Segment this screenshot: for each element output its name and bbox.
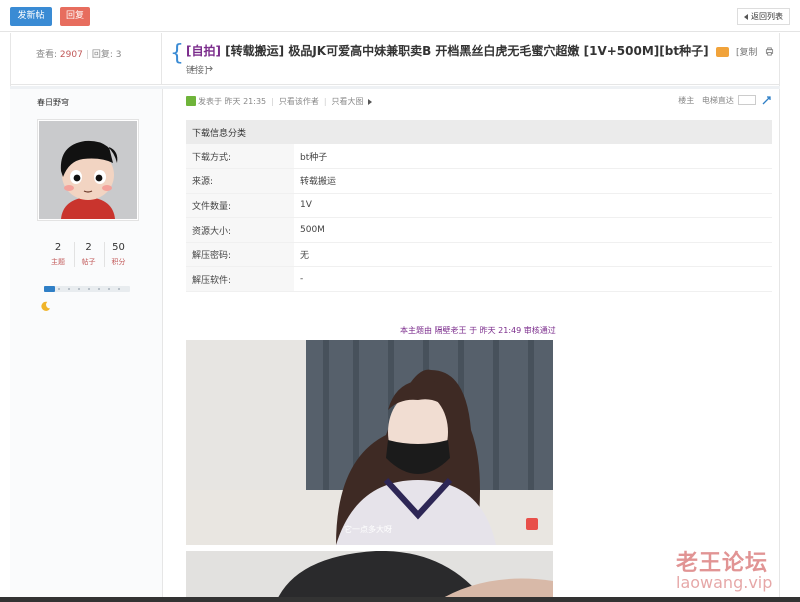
forum-thread-page: 发新帖 回复 返回列表 查看: 2907 | 回复: 3 { [自拍] [转载搬运]…: [0, 0, 800, 602]
row-value: 转载搬运: [294, 168, 772, 194]
stat-threads-value: 2: [54, 242, 62, 253]
level-progress-bar: [44, 286, 130, 292]
source-tag: [转载搬运]: [225, 44, 285, 58]
goto-floor-input[interactable]: [738, 95, 757, 105]
author-sidebar: 春日野穹 2 主题 2 帖子 50 积分: [10, 89, 163, 602]
stat-posts[interactable]: 2 帖子: [74, 242, 102, 267]
row-value: 1V: [294, 193, 772, 219]
thread-stats: 查看: 2907 | 回复: 3: [10, 33, 162, 85]
bottom-strip: [0, 597, 800, 602]
stat-threads-label: 主题: [51, 258, 65, 266]
online-user-icon: [186, 96, 196, 106]
new-post-button[interactable]: 发新帖: [10, 7, 52, 26]
thread-header: 查看: 2907 | 回复: 3 { [自拍] [转载搬运] 极品JK可爱高中妹兼职…: [10, 33, 780, 85]
table-row: 解压密码: 无: [186, 242, 772, 268]
back-to-list-label: 返回列表: [751, 12, 783, 21]
top-toolbar: 发新帖 回复 返回列表: [0, 0, 800, 32]
table-row: 来源: 转载搬运: [186, 168, 772, 194]
audit-note: 本主题由 隔壁老王 于 昨天 21:49 审核通过: [400, 326, 556, 335]
category-tag[interactable]: [自拍]: [186, 44, 221, 58]
watermark-url: laowang.vip: [676, 573, 773, 592]
row-value: bt种子: [294, 144, 772, 170]
row-value: 无: [294, 242, 772, 268]
table-row: 解压软件: -: [186, 266, 772, 293]
row-value: -: [294, 266, 772, 293]
table-title: 下载信息分类: [186, 120, 772, 144]
print-icon[interactable]: [765, 47, 774, 56]
replies-count: 3: [115, 50, 122, 60]
row-key: 下载方式:: [186, 144, 294, 170]
stat-points-value: 50: [112, 242, 125, 253]
avatar[interactable]: [37, 119, 139, 221]
level-progress-fill: [44, 286, 56, 292]
avatar-cartoon-icon: [39, 121, 137, 219]
table-row: 下载方式: bt种子: [186, 144, 772, 170]
stat-posts-label: 帖子: [81, 258, 96, 266]
moon-medal-icon[interactable]: [40, 301, 51, 312]
level-tick: [68, 288, 70, 290]
only-author-link[interactable]: 只看该作者: [279, 97, 319, 106]
level-tick: [108, 288, 110, 290]
post-image[interactable]: 它一点多大呀: [186, 340, 553, 545]
floor-role: 楼主: [678, 96, 695, 105]
level-tick: [58, 288, 60, 290]
level-tick: [118, 288, 120, 290]
stat-points[interactable]: 50 积分: [104, 242, 132, 267]
row-key: 解压密码:: [186, 242, 294, 268]
table-header-row: 下载信息分类: [186, 120, 772, 144]
row-key: 解压软件:: [186, 266, 294, 293]
thread-title-text: 极品JK可爱高中妹兼职卖B 开档黑丝白虎无毛蜜穴超嫩 [1V+500M][bt种…: [288, 44, 709, 58]
image-caption: 它一点多大呀: [344, 524, 392, 534]
row-value: 500M: [294, 217, 772, 243]
row-key: 来源:: [186, 168, 294, 194]
thread-title: [自拍] [转载搬运] 极品JK可爱高中妹兼职卖B 开档黑丝白虎无毛蜜穴超嫩 […: [186, 44, 776, 76]
brace-icon: {: [170, 41, 184, 66]
goto-arrow-icon[interactable]: [762, 95, 772, 105]
download-info-table: 下载信息分类 下载方式: bt种子 来源: 转载搬运 文件数量: 1V 资源大小: 50…: [186, 120, 772, 293]
post-tools: 楼主 电梯直达: [678, 95, 772, 109]
copy-link-button[interactable]: [复制: [736, 48, 758, 58]
posted-at: 发表于 昨天 21:35: [198, 97, 267, 106]
row-key: 文件数量:: [186, 193, 294, 219]
author-stats: 2 主题 2 帖子 50 积分: [44, 242, 132, 270]
chevron-left-icon: [744, 13, 748, 20]
photo-placeholder: 它一点多大呀: [186, 340, 553, 545]
goto-floor-label: 电梯直达: [701, 96, 734, 105]
photo-placeholder-2: [186, 551, 553, 602]
level-tick: [78, 288, 80, 290]
stat-points-label: 积分: [111, 258, 126, 266]
author-name[interactable]: 春日野穹: [37, 97, 69, 108]
replies-label: 回复:: [91, 50, 113, 60]
views-label: 查看:: [36, 50, 58, 60]
reply-button[interactable]: 回复: [60, 7, 90, 26]
only-image-link[interactable]: 只看大图: [332, 97, 364, 106]
row-key: 资源大小:: [186, 217, 294, 243]
stat-threads[interactable]: 2 主题: [44, 242, 72, 267]
copy-link-suffix[interactable]: 链接]: [186, 63, 208, 76]
post-image-2[interactable]: [186, 551, 553, 602]
post-meta: 发表于 昨天 21:35 | 只看该作者 | 只看大图: [186, 96, 372, 108]
views-count: 2907: [59, 50, 83, 60]
level-tick: [98, 288, 100, 290]
hot-badge-icon: [715, 46, 729, 57]
table-row: 资源大小: 500M: [186, 217, 772, 243]
stat-posts-value: 2: [85, 242, 92, 253]
level-tick: [88, 288, 90, 290]
back-to-list-button[interactable]: 返回列表: [737, 8, 790, 25]
chevron-right-icon: [367, 98, 372, 105]
table-row: 文件数量: 1V: [186, 193, 772, 219]
